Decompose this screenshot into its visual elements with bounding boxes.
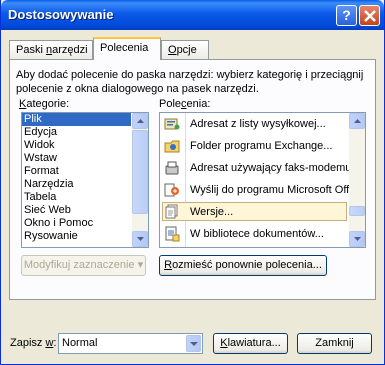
- command-label: W bibliotece dokumentów...: [190, 228, 324, 240]
- scroll-down-button[interactable]: [349, 231, 365, 247]
- commands-panel: Aby dodać polecenie do paska narzędzi: w…: [9, 59, 376, 300]
- chevron-down-icon: [190, 342, 198, 346]
- close-window-button[interactable]: [359, 5, 380, 26]
- command-label: Wersje...: [190, 206, 234, 218]
- keyboard-label-rest: lawiatura...: [227, 337, 281, 349]
- scroll-thumb[interactable]: [349, 206, 365, 216]
- document-library-icon: [165, 226, 180, 242]
- categories-items: Plik Edycja Widok Wstaw Format Narzędzia Tabel…: [22, 113, 148, 243]
- customize-dialog: Dostosowywanie ? Paski narzędzi Poleceni…: [0, 0, 385, 365]
- categories-scrollbar[interactable]: [132, 113, 148, 247]
- tab-commands[interactable]: Polecenia: [93, 37, 161, 60]
- tab-commands-label: Polecenia: [100, 42, 149, 54]
- command-item[interactable]: W bibliotece dokumentów...: [160, 223, 350, 245]
- close-button[interactable]: Zamknij: [297, 333, 372, 354]
- versions-icon: [165, 204, 178, 219]
- window-title: Dostosowywanie: [8, 7, 114, 22]
- rearrange-label-u: R: [164, 259, 173, 271]
- scroll-up-button[interactable]: [349, 113, 365, 129]
- keyboard-button[interactable]: Klawiatura...: [213, 333, 288, 354]
- command-label: Adresat z listy wysyłkowej...: [190, 118, 326, 130]
- commands-label-b: enia:: [186, 98, 211, 110]
- commands-listbox[interactable]: Adresat z listy wysyłkowej... Folder prog…: [159, 112, 366, 248]
- fax-recipient-icon: [165, 161, 179, 175]
- commands-label: Polecenia:: [159, 98, 210, 111]
- save-in-dropdown-button[interactable]: [186, 335, 201, 352]
- modify-selection-button[interactable]: Modyfikuj zaznaczenie ▾: [21, 255, 146, 276]
- command-label: Folder programu Exchange...: [190, 140, 333, 152]
- send-to-program-icon: [164, 183, 179, 197]
- modify-selection-label: Modyfikuj zaznaczenie: [23, 259, 135, 271]
- keyboard-label-u: K: [220, 337, 228, 349]
- exchange-folder-icon: [164, 140, 180, 153]
- category-item[interactable]: Narzędzia: [22, 178, 148, 191]
- category-item[interactable]: Format: [22, 165, 148, 178]
- category-item[interactable]: Wstaw: [22, 152, 148, 165]
- rearrange-label-rest: ozmieść ponownie polecenia...: [172, 259, 322, 271]
- command-item[interactable]: Wyślij do programu Microsoft Office: [160, 179, 363, 201]
- command-label: Wyślij do programu Microsoft Office: [190, 184, 364, 196]
- save-in-label-a: Zapisz: [10, 337, 46, 349]
- close-icon: [364, 10, 376, 22]
- tab-options[interactable]: Opcje: [161, 40, 209, 59]
- categories-label: Kategorie:: [19, 98, 69, 111]
- help-icon: ?: [342, 7, 351, 23]
- save-in-select[interactable]: Normal: [58, 333, 203, 354]
- close-button-label: Zamknij: [315, 337, 354, 349]
- command-label: Adresat używający faks-modemu: [190, 162, 352, 174]
- command-item[interactable]: Wersje...: [160, 201, 350, 223]
- help-button[interactable]: ?: [336, 5, 357, 26]
- scroll-up-button[interactable]: [132, 113, 148, 129]
- save-in-label: Zapisz w:: [10, 337, 56, 349]
- chevron-down-icon: [354, 237, 361, 241]
- rearrange-commands-button[interactable]: Rozmieść ponownie polecenia...: [159, 255, 327, 276]
- category-item[interactable]: Edycja: [22, 126, 148, 139]
- category-item[interactable]: Widok: [22, 139, 148, 152]
- category-item[interactable]: Okno i Pomoc: [22, 217, 148, 230]
- tab-options-label-b: pcje: [176, 44, 197, 56]
- chevron-up-icon: [137, 119, 144, 123]
- tab-toolbars-label-a: Paski: [16, 44, 46, 56]
- tab-toolbars-label-b: arzędzi: [52, 44, 88, 56]
- command-item[interactable]: Adresat z listy wysyłkowej...: [160, 113, 350, 135]
- category-item[interactable]: Plik: [22, 113, 131, 126]
- tab-options-label-u: O: [168, 44, 177, 56]
- address-list-icon: [164, 118, 180, 130]
- command-item[interactable]: Folder programu Exchange...: [160, 135, 350, 157]
- categories-listbox[interactable]: Plik Edycja Widok Wstaw Format Narzędzia Tabel…: [21, 112, 149, 248]
- category-item[interactable]: Sieć Web: [22, 204, 148, 217]
- categories-label-rest: ategorie:: [26, 98, 70, 110]
- category-item[interactable]: Rysowanie: [22, 230, 148, 243]
- title-bar[interactable]: Dostosowywanie ?: [1, 0, 384, 30]
- chevron-down-icon: [137, 237, 144, 241]
- save-in-label-b: :: [53, 337, 57, 349]
- save-in-value: Normal: [62, 337, 98, 349]
- commands-label-a: Pole: [159, 98, 182, 110]
- category-item[interactable]: Tabela: [22, 191, 148, 204]
- dropdown-arrow-icon: ▾: [137, 259, 144, 271]
- commands-scrollbar[interactable]: [349, 113, 365, 247]
- scroll-thumb[interactable]: [132, 130, 148, 214]
- chevron-up-icon: [354, 119, 361, 123]
- instructions-text: Aby dodać polecenie do paska narzędzi: w…: [16, 69, 364, 95]
- command-item[interactable]: Adresat używający faks-modemu: [160, 157, 352, 179]
- scroll-down-button[interactable]: [132, 231, 148, 247]
- tab-toolbars[interactable]: Paski narzędzi: [9, 40, 93, 59]
